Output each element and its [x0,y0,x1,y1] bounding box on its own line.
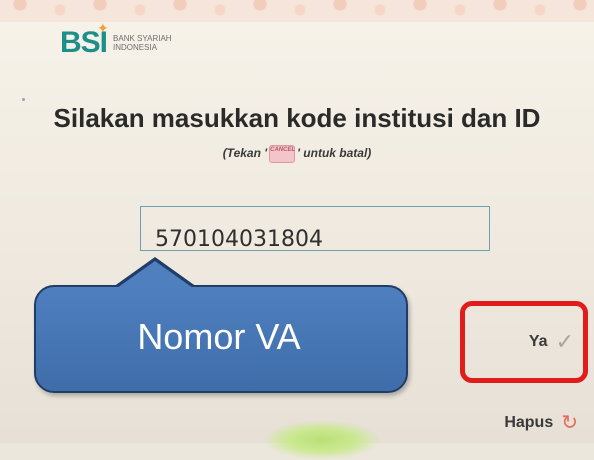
screen-dot [22,98,25,101]
page-title: Silakan masukkan kode institusi dan ID [53,103,541,133]
logo-star-icon: ✦ [97,20,109,36]
institution-id-input[interactable]: 570104031804 [140,206,490,251]
yes-label: Ya [528,333,548,350]
bank-name-line1: BANK SYARIAH [113,34,172,43]
clear-button[interactable]: Hapus ↻ [478,408,588,438]
cancel-key-icon: CANCEL [269,145,296,163]
hint-after: ' untuk batal) [297,146,372,161]
bank-name-line2: INDONESIA [113,43,158,52]
clear-label: Hapus [504,414,554,431]
cancel-hint: (Tekan ' CANCEL ' untuk batal) [0,145,594,163]
top-ornament [0,0,594,22]
institution-id-value: 570104031804 [155,227,323,252]
bsi-logo: BSI ✦ BANK SYARIAH INDONESIA [60,20,172,60]
yes-button[interactable]: Ya ✓ [468,308,580,376]
green-glow [262,420,382,460]
logo-text: BANK SYARIAH INDONESIA [113,34,172,52]
refresh-icon: ↻ [561,412,578,434]
atm-screen: BSI ✦ BANK SYARIAH INDONESIA Silakan mas… [0,0,594,460]
hint-before: (Tekan ' [222,146,268,161]
callout-tail-inner [117,261,193,288]
check-icon: ✓ [555,329,574,354]
callout-label: Nomor VA [137,316,301,357]
cancel-chip-label: CANCEL [270,147,296,153]
